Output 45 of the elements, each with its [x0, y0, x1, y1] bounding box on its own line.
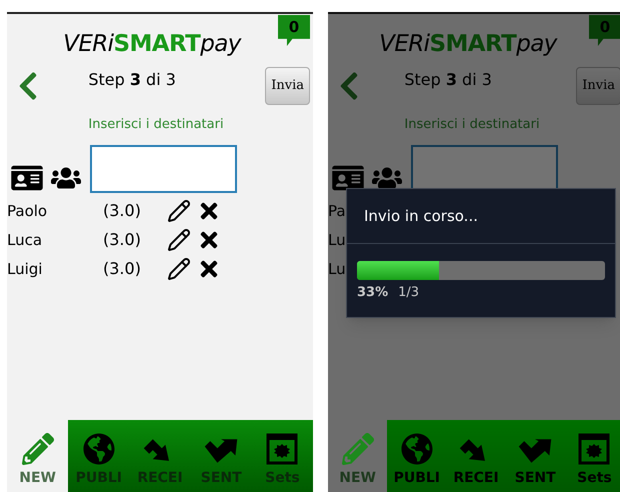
- contact-card-icon[interactable]: [10, 164, 44, 192]
- arrow-up-right-icon: [203, 437, 240, 465]
- message-count-badge[interactable]: 0: [278, 15, 310, 46]
- nav-tab[interactable]: SENT: [190, 420, 252, 492]
- hint-text: Inserisci i destinatari: [404, 116, 540, 134]
- progress-percent: 33%: [357, 284, 388, 302]
- contact-name: Lu: [328, 260, 346, 278]
- edit-icon[interactable]: [167, 257, 191, 281]
- send-button[interactable]: Invia: [576, 67, 620, 105]
- progress-count: 1/3: [398, 284, 420, 302]
- group-icon[interactable]: [48, 166, 84, 190]
- pencil-icon: [22, 433, 54, 465]
- dialog-title: Invio in corso...: [364, 206, 478, 227]
- send-button[interactable]: Invia: [265, 67, 310, 105]
- nav-tab[interactable]: Sets: [252, 420, 313, 492]
- globe-icon: [400, 433, 433, 465]
- globe-icon: [82, 433, 115, 465]
- hint-text: Inserisci i destinatari: [88, 116, 224, 134]
- contact-name: Paolo: [7, 202, 48, 220]
- nav-tab[interactable]: Sets: [564, 420, 620, 492]
- pencil-icon: [342, 433, 374, 465]
- recipient-input-field[interactable]: [90, 144, 237, 192]
- arrow-up-right-icon: [517, 437, 554, 465]
- message-count-badge[interactable]: 0: [589, 15, 620, 46]
- contact-score: (3.0): [103, 258, 142, 280]
- settings-window-icon: [578, 433, 610, 465]
- nav-tab[interactable]: RECEI: [129, 420, 191, 492]
- contact-name: Lu: [328, 231, 346, 249]
- nav-tab[interactable]: PUBLI: [387, 420, 446, 492]
- contact-name: Luigi: [7, 260, 42, 278]
- nav-tab[interactable]: NEW: [328, 420, 388, 492]
- settings-window-icon: [266, 433, 298, 465]
- contact-name: Luca: [7, 231, 42, 249]
- nav-tab[interactable]: RECEI: [446, 420, 506, 492]
- step-indicator: Step 3 di 3: [88, 69, 176, 91]
- nav-tab[interactable]: PUBLI: [68, 420, 130, 492]
- contact-name: Pa: [328, 202, 346, 220]
- contact-score: (3.0): [103, 229, 142, 251]
- logo: VERiSMARTpay: [379, 33, 558, 56]
- logo: VERiSMARTpay: [63, 33, 242, 56]
- nav-tab[interactable]: SENT: [506, 420, 565, 492]
- edit-icon[interactable]: [167, 228, 191, 252]
- step-indicator: Step 3 di 3: [404, 69, 492, 91]
- contact-score: (3.0): [103, 200, 142, 222]
- edit-icon[interactable]: [167, 199, 191, 223]
